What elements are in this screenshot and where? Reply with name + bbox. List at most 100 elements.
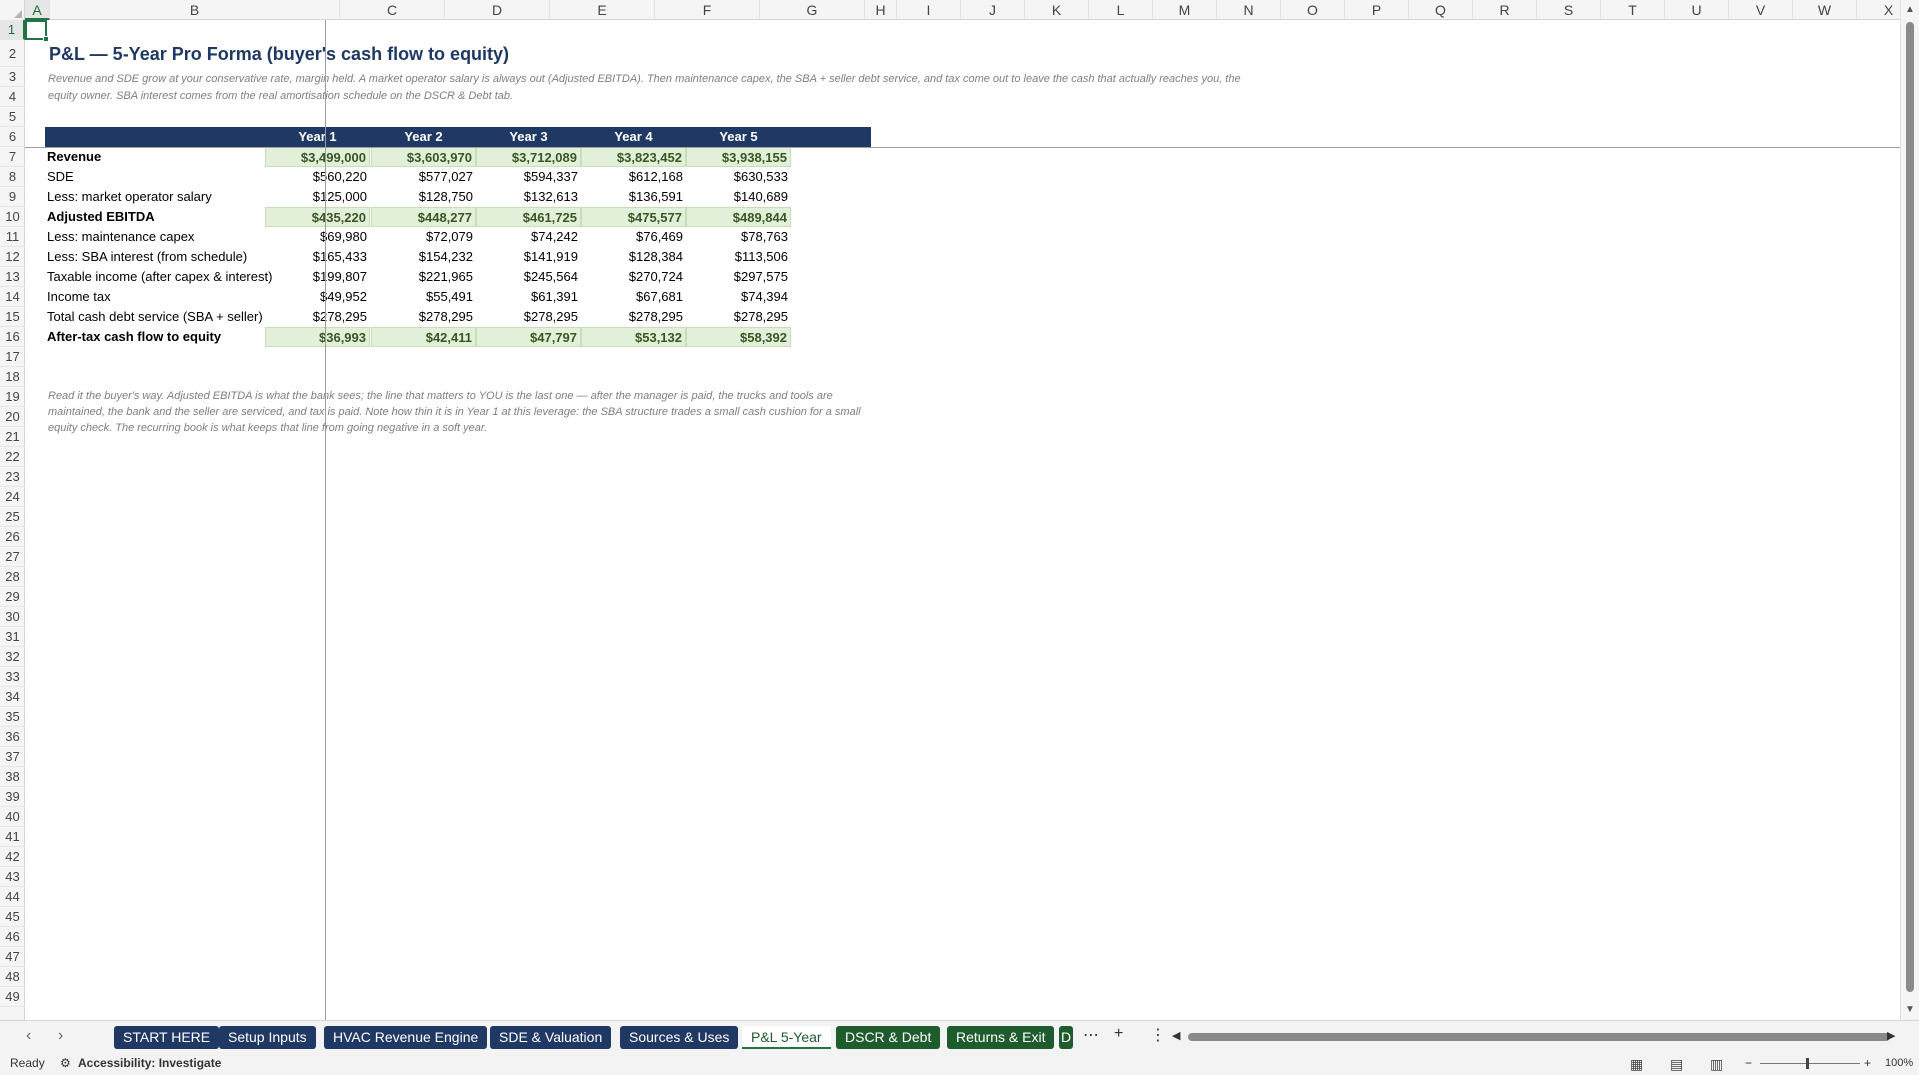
value-cell[interactable]: $140,689 xyxy=(686,187,791,207)
value-cell[interactable]: $3,603,970 xyxy=(371,147,476,167)
column-header-r[interactable]: R xyxy=(1473,0,1537,20)
value-cell[interactable]: $278,295 xyxy=(476,307,581,327)
sheet-options-icon[interactable]: ⋮ xyxy=(1150,1025,1166,1045)
row-label[interactable]: SDE xyxy=(47,167,74,187)
header-year-2[interactable]: Year 2 xyxy=(381,127,466,147)
row-label[interactable]: After-tax cash flow to equity xyxy=(47,327,221,347)
value-cell[interactable]: $3,938,155 xyxy=(686,147,791,167)
row-label[interactable]: Less: market operator salary xyxy=(47,187,212,207)
value-cell[interactable]: $78,763 xyxy=(686,227,791,247)
value-cell[interactable]: $475,577 xyxy=(581,207,686,227)
column-header-g[interactable]: G xyxy=(760,0,865,20)
value-cell[interactable]: $76,469 xyxy=(581,227,686,247)
value-cell[interactable]: $125,000 xyxy=(265,187,370,207)
zoom-slider[interactable] xyxy=(1760,1063,1860,1064)
value-cell[interactable]: $36,993 xyxy=(265,327,370,347)
value-cell[interactable]: $154,232 xyxy=(371,247,476,267)
page-break-preview-icon[interactable]: ▥ xyxy=(1710,1056,1723,1073)
sheet-tab-dscr-debt[interactable]: DSCR & Debt xyxy=(836,1026,941,1049)
horizontal-scroll-thumb[interactable] xyxy=(1188,1033,1890,1041)
row-label[interactable]: Less: maintenance capex xyxy=(47,227,194,247)
row-header-37[interactable]: 37 xyxy=(0,747,25,767)
value-cell[interactable]: $278,295 xyxy=(686,307,791,327)
more-sheets-icon[interactable]: ⋯ xyxy=(1083,1025,1099,1045)
row-label[interactable]: Less: SBA interest (from schedule) xyxy=(47,247,247,267)
value-cell[interactable]: $199,807 xyxy=(265,267,370,287)
value-cell[interactable]: $47,797 xyxy=(476,327,581,347)
row-header-17[interactable]: 17 xyxy=(0,347,25,367)
column-header-l[interactable]: L xyxy=(1089,0,1153,20)
column-header-p[interactable]: P xyxy=(1345,0,1409,20)
column-header-u[interactable]: U xyxy=(1665,0,1729,20)
value-cell[interactable]: $448,277 xyxy=(371,207,476,227)
column-header-o[interactable]: O xyxy=(1281,0,1345,20)
column-header-t[interactable]: T xyxy=(1601,0,1665,20)
row-header-42[interactable]: 42 xyxy=(0,847,25,867)
row-header-1[interactable]: 1 xyxy=(0,20,25,40)
zoom-in-icon[interactable]: + xyxy=(1864,1056,1871,1070)
row-header-4[interactable]: 4 xyxy=(0,87,25,107)
value-cell[interactable]: $489,844 xyxy=(686,207,791,227)
cell-grid[interactable]: P&L — 5-Year Pro Forma (buyer's cash flo… xyxy=(25,20,1900,1020)
row-header-16[interactable]: 16 xyxy=(0,327,25,347)
row-header-13[interactable]: 13 xyxy=(0,267,25,287)
column-header-m[interactable]: M xyxy=(1153,0,1217,20)
column-header-h[interactable]: H xyxy=(865,0,897,20)
value-cell[interactable]: $3,499,000 xyxy=(265,147,370,167)
row-header-39[interactable]: 39 xyxy=(0,787,25,807)
value-cell[interactable]: $3,823,452 xyxy=(581,147,686,167)
zoom-slider-knob[interactable] xyxy=(1806,1058,1809,1069)
row-label[interactable]: Adjusted EBITDA xyxy=(47,207,155,227)
value-cell[interactable]: $278,295 xyxy=(265,307,370,327)
value-cell[interactable]: $245,564 xyxy=(476,267,581,287)
value-cell[interactable]: $278,295 xyxy=(371,307,476,327)
value-cell[interactable]: $113,506 xyxy=(686,247,791,267)
scroll-left-icon[interactable]: ◀ xyxy=(1172,1029,1180,1042)
sheet-tab-hvac-revenue-engine[interactable]: HVAC Revenue Engine xyxy=(324,1026,488,1049)
row-header-18[interactable]: 18 xyxy=(0,367,25,387)
header-year-5[interactable]: Year 5 xyxy=(696,127,781,147)
header-year-4[interactable]: Year 4 xyxy=(591,127,676,147)
column-header-w[interactable]: W xyxy=(1793,0,1857,20)
row-header-41[interactable]: 41 xyxy=(0,827,25,847)
row-header-8[interactable]: 8 xyxy=(0,167,25,187)
value-cell[interactable]: $435,220 xyxy=(265,207,370,227)
row-header-21[interactable]: 21 xyxy=(0,427,25,447)
column-header-d[interactable]: D xyxy=(445,0,550,20)
row-label[interactable]: Income tax xyxy=(47,287,111,307)
row-header-35[interactable]: 35 xyxy=(0,707,25,727)
sheet-tab-p-l-5-year[interactable]: P&L 5-Year xyxy=(742,1026,831,1049)
row-header-33[interactable]: 33 xyxy=(0,667,25,687)
value-cell[interactable]: $577,027 xyxy=(371,167,476,187)
row-header-32[interactable]: 32 xyxy=(0,647,25,667)
page-layout-icon[interactable]: ▤ xyxy=(1670,1056,1683,1073)
value-cell[interactable]: $136,591 xyxy=(581,187,686,207)
row-header-47[interactable]: 47 xyxy=(0,947,25,967)
sheet-tab-setup-inputs[interactable]: Setup Inputs xyxy=(219,1026,316,1049)
value-cell[interactable]: $278,295 xyxy=(581,307,686,327)
value-cell[interactable]: $560,220 xyxy=(265,167,370,187)
value-cell[interactable]: $630,533 xyxy=(686,167,791,187)
value-cell[interactable]: $55,491 xyxy=(371,287,476,307)
value-cell[interactable]: $297,575 xyxy=(686,267,791,287)
column-header-s[interactable]: S xyxy=(1537,0,1601,20)
row-header-46[interactable]: 46 xyxy=(0,927,25,947)
row-header-11[interactable]: 11 xyxy=(0,227,25,247)
row-header-34[interactable]: 34 xyxy=(0,687,25,707)
accessibility-icon[interactable]: ⚙ xyxy=(60,1056,71,1070)
row-header-40[interactable]: 40 xyxy=(0,807,25,827)
value-cell[interactable]: $141,919 xyxy=(476,247,581,267)
value-cell[interactable]: $74,242 xyxy=(476,227,581,247)
vertical-scrollbar[interactable]: ▲ ▼ xyxy=(1900,0,1919,1020)
row-header-3[interactable]: 3 xyxy=(0,67,25,87)
column-header-i[interactable]: I xyxy=(897,0,961,20)
header-year-1[interactable]: Year 1 xyxy=(275,127,360,147)
row-header-49[interactable]: 49 xyxy=(0,987,25,1007)
column-header-f[interactable]: F xyxy=(655,0,760,20)
value-cell[interactable]: $128,750 xyxy=(371,187,476,207)
sheet-tab-start-here[interactable]: START HERE xyxy=(114,1026,220,1049)
value-cell[interactable]: $58,392 xyxy=(686,327,791,347)
add-sheet-icon[interactable]: + xyxy=(1114,1025,1123,1043)
column-header-k[interactable]: K xyxy=(1025,0,1089,20)
value-cell[interactable]: $72,079 xyxy=(371,227,476,247)
